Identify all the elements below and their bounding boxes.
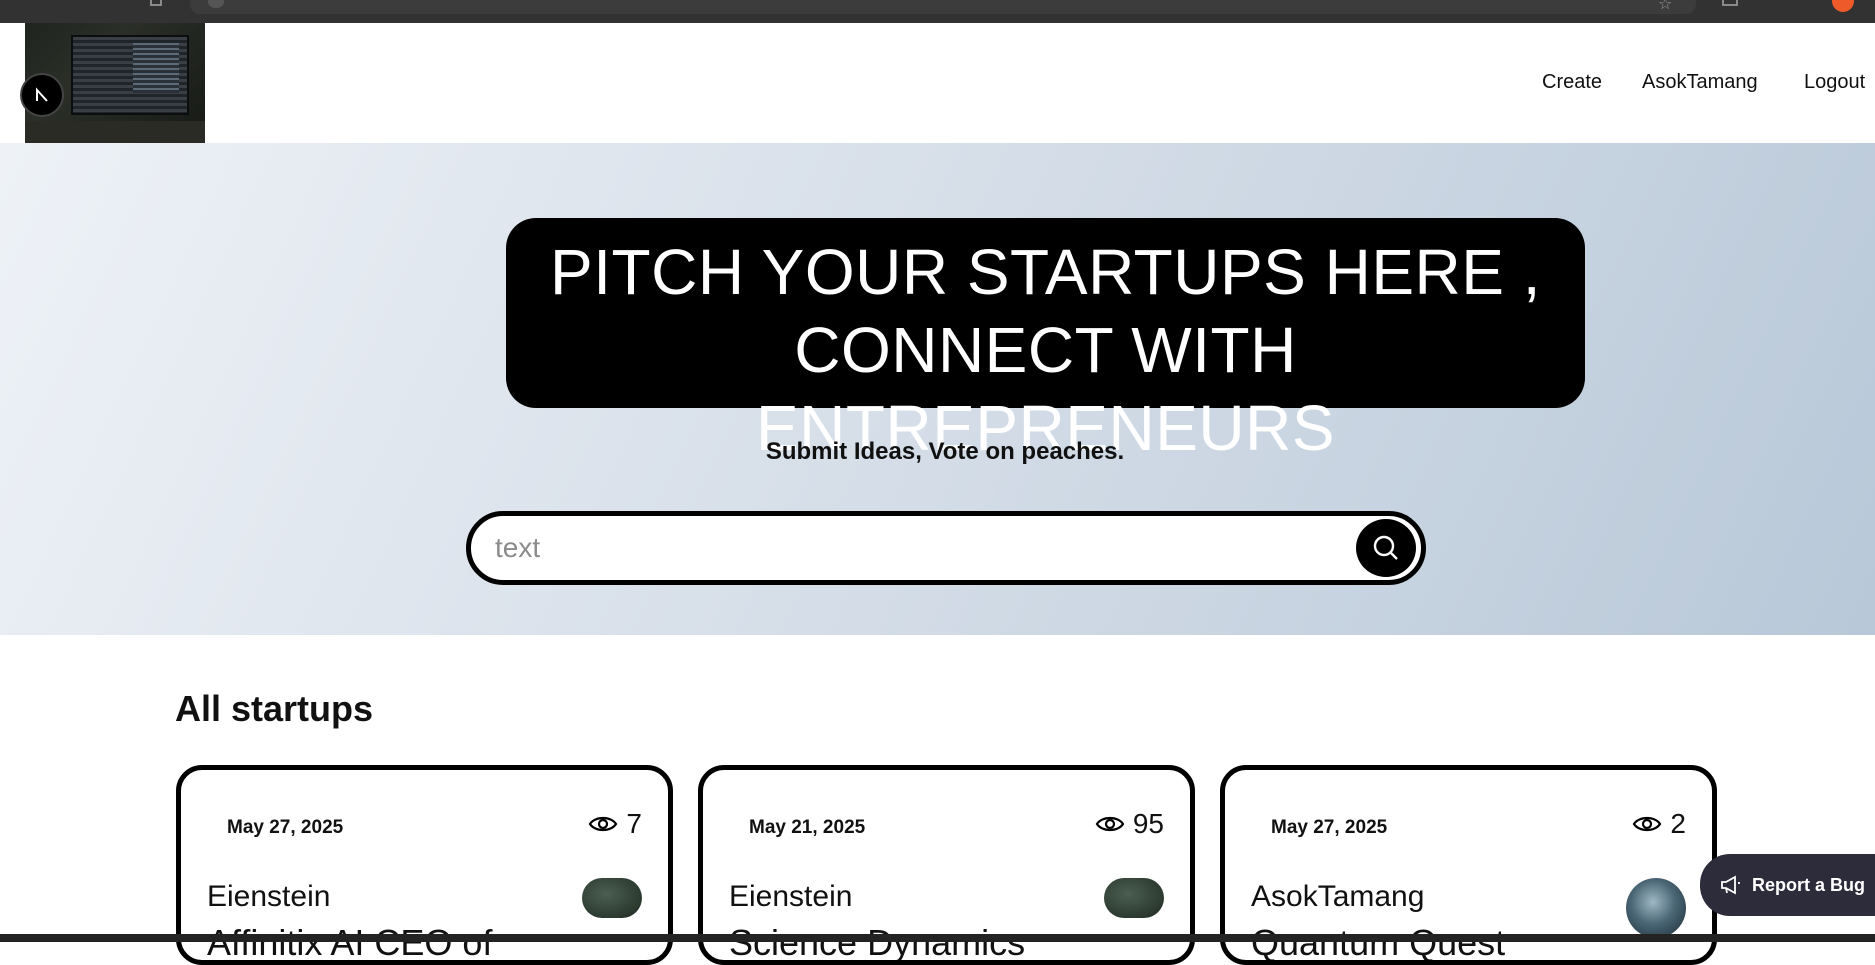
section-title: All startups <box>175 688 374 729</box>
nav-logout-button[interactable]: Logout <box>1804 71 1865 94</box>
card-title[interactable]: Science Dynamics <box>729 922 1025 960</box>
app-badge-icon[interactable] <box>20 73 64 117</box>
card-author[interactable]: Eienstein <box>207 880 330 914</box>
taskbar-strip <box>0 934 1875 942</box>
card-views-count: 2 <box>1670 808 1686 839</box>
card-views-count: 7 <box>626 808 642 839</box>
card-date: May 27, 2025 <box>227 817 344 838</box>
browser-toolbar: ☆ <box>0 0 1875 23</box>
tab-icon[interactable] <box>150 0 162 6</box>
report-bug-button[interactable]: Report a Bug <box>1700 854 1875 916</box>
site-header: Create AsokTamang Logout <box>0 23 1875 143</box>
hero-section: PITCH YOUR STARTUPS HERE , CONNECT WITH … <box>0 143 1875 635</box>
card-date: May 27, 2025 <box>1271 817 1388 838</box>
card-author[interactable]: AsokTamang <box>1251 880 1424 914</box>
search-form <box>466 511 1426 585</box>
bookmark-star-icon[interactable]: ☆ <box>1658 0 1672 14</box>
profile-avatar[interactable] <box>1832 0 1854 12</box>
card-views-count: 95 <box>1132 808 1164 839</box>
author-avatar[interactable] <box>1626 878 1686 938</box>
logo-monitor-graphic <box>71 35 189 115</box>
eye-icon <box>589 816 618 832</box>
nav-create-link[interactable]: Create <box>1542 71 1602 94</box>
eye-icon <box>1633 816 1662 832</box>
hero-title-line-1: PITCH YOUR STARTUPS HERE , <box>550 236 1541 308</box>
search-icon <box>1373 535 1398 560</box>
nav-user-link[interactable]: AsokTamang <box>1642 71 1758 94</box>
extensions-icon[interactable] <box>1722 0 1738 6</box>
card-views: 7 <box>588 808 642 840</box>
hero-title: PITCH YOUR STARTUPS HERE , CONNECT WITH … <box>506 218 1585 464</box>
author-avatar[interactable] <box>1104 878 1164 918</box>
card-views: 95 <box>1095 808 1164 840</box>
card-title[interactable]: Quantum Quest <box>1251 922 1505 960</box>
card-author[interactable]: Eienstein <box>729 880 852 914</box>
search-input[interactable] <box>495 526 1295 570</box>
report-bug-label: Report a Bug <box>1752 874 1866 895</box>
megaphone-icon <box>1721 875 1740 895</box>
hero-subtitle: Submit Ideas, Vote on peaches. <box>765 438 1125 465</box>
card-views: 2 <box>1632 808 1686 840</box>
logo-desk-graphic <box>25 121 205 143</box>
eye-icon <box>1095 816 1125 832</box>
search-button[interactable] <box>1356 519 1416 577</box>
card-date: May 21, 2025 <box>749 817 866 838</box>
address-bar[interactable] <box>190 0 1696 14</box>
card-title[interactable]: Affinitix AI CEO of <box>207 922 492 960</box>
author-avatar[interactable] <box>582 878 642 918</box>
